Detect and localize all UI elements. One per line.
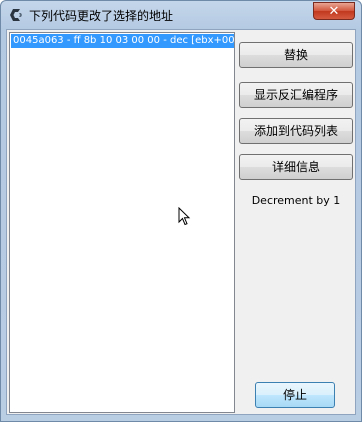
instruction-description: Decrement by 1: [251, 194, 341, 207]
address-list[interactable]: 0045a063 - ff 8b 10 03 00 00 - dec [ebx+…: [9, 32, 235, 413]
replace-button[interactable]: 替换: [239, 42, 353, 68]
window-title: 下列代码更改了选择的地址: [29, 9, 174, 23]
mouse-pointer-icon: [178, 207, 191, 226]
close-icon: ✕: [328, 4, 340, 19]
title-bar[interactable]: 下列代码更改了选择的地址 ✕: [1, 1, 361, 27]
show-disassembler-button[interactable]: 显示反汇编程序: [239, 82, 353, 108]
more-info-button[interactable]: 详细信息: [239, 154, 353, 180]
close-button[interactable]: ✕: [313, 2, 355, 20]
list-item[interactable]: 0045a063 - ff 8b 10 03 00 00 - dec [ebx+…: [11, 34, 234, 48]
stop-button[interactable]: 停止: [255, 382, 335, 408]
add-to-codelist-button[interactable]: 添加到代码列表: [239, 118, 353, 144]
cheat-engine-icon: [10, 9, 22, 21]
